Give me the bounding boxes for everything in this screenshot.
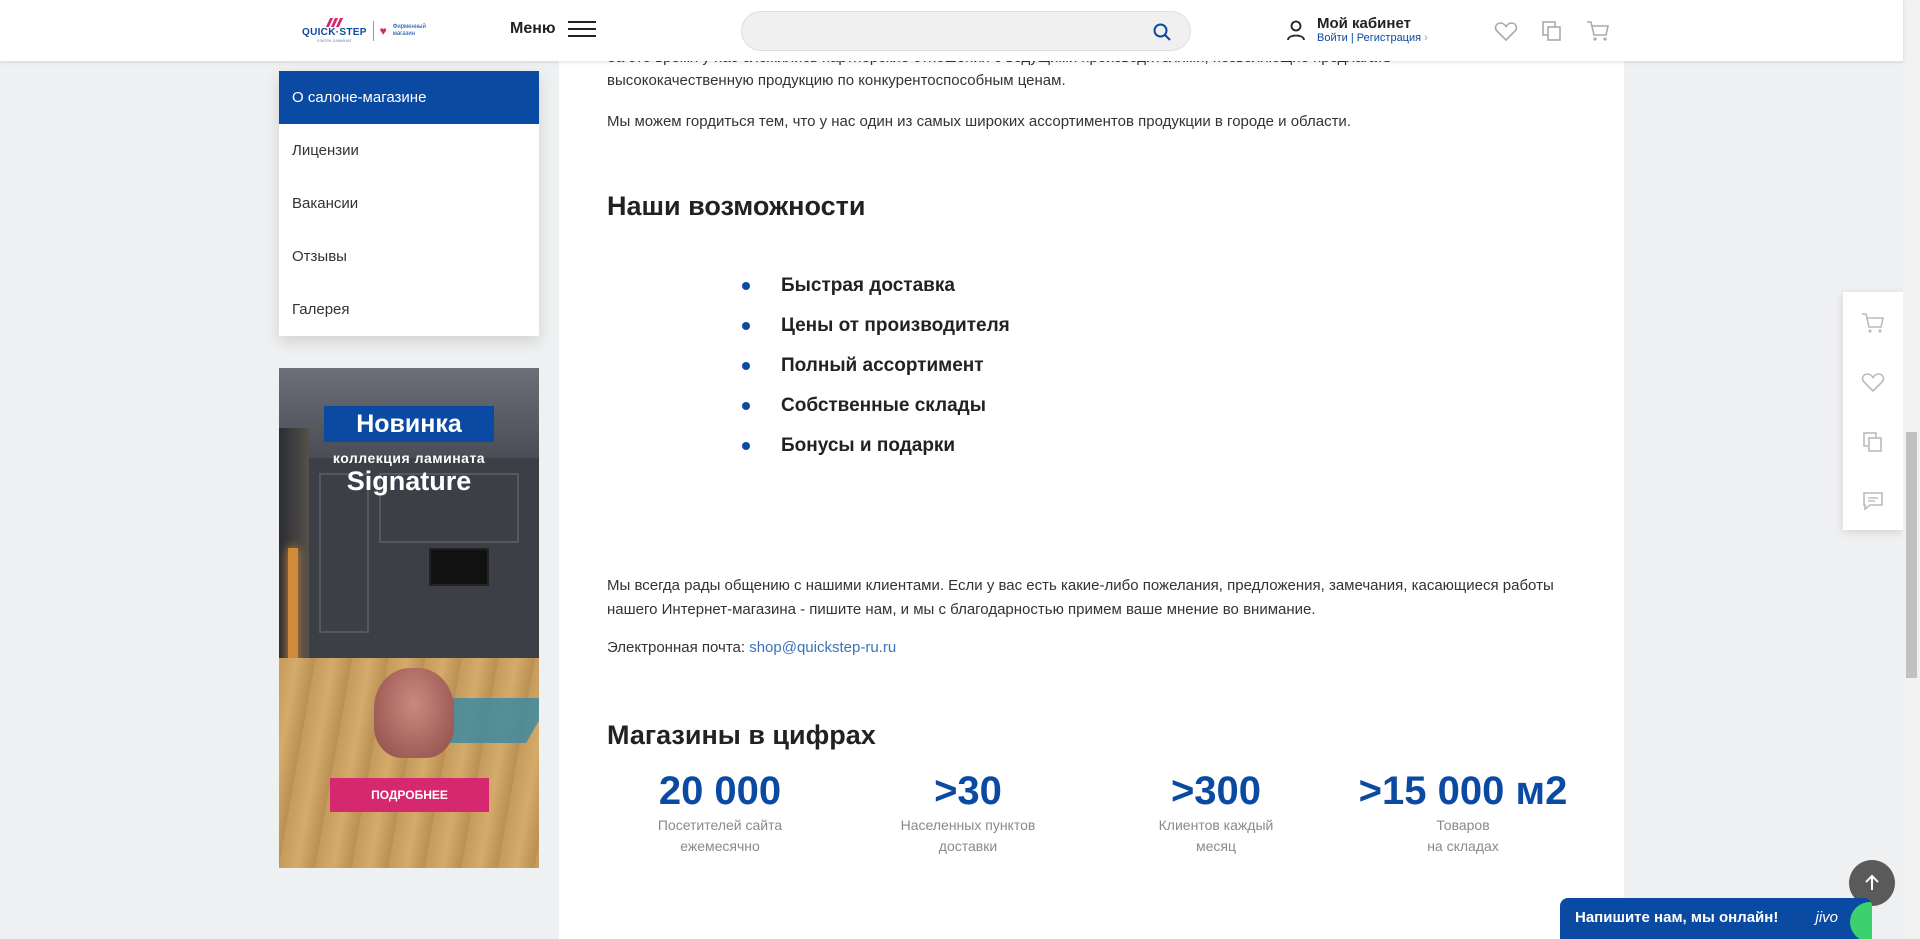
scrollbar-thumb[interactable] [1906, 432, 1917, 678]
email-link[interactable]: shop@quickstep-ru.ru [749, 639, 896, 656]
assortment-paragraph: Мы можем гордиться тем, что у нас один и… [607, 113, 1351, 130]
chevron-right-icon: › [1424, 32, 1428, 44]
search-box [741, 11, 1191, 51]
banner-more-button[interactable]: ПОДРОБНЕЕ [330, 778, 489, 812]
stat-cities: >30 Населенных пунктов доставки [855, 767, 1081, 857]
stat-value: 20 000 [658, 769, 782, 813]
jivo-logo: jivo [1815, 909, 1838, 926]
stat-value: >30 [934, 769, 1002, 813]
contact-paragraph: Мы всегда рады общению с нашими клиентам… [607, 577, 1554, 618]
search-input[interactable] [742, 12, 1190, 50]
compare-icon[interactable] [1861, 431, 1885, 453]
list-item: Полный ассортимент [739, 346, 1010, 386]
burger-icon [567, 21, 596, 37]
bullet-icon [742, 322, 750, 330]
stat-value: >15 000 м2 [1358, 769, 1568, 813]
stat-clients: >300 Клиентов каждый месяц [1103, 767, 1329, 857]
heart-logo-icon: ♥ [379, 23, 387, 38]
sidebar-item-about[interactable]: О салоне-магазине [279, 71, 539, 124]
logo-brand-sub: УЛЬТРА ЛАМИНАТ [316, 38, 352, 43]
stats-row: 20 000 Посетителей сайта ежемесячно >30 … [607, 767, 1587, 857]
stat-visitors: 20 000 Посетителей сайта ежемесячно [607, 767, 833, 857]
stat-label: Населенных пунктов [900, 817, 1036, 833]
stat-value: >300 [1170, 769, 1262, 813]
chat-label: Напишите нам, мы онлайн! [1575, 909, 1779, 926]
bullet-icon [742, 362, 750, 370]
stat-label: Товаров [1436, 817, 1490, 833]
stat-label: Клиентов каждый [1158, 817, 1274, 833]
logo-store: Фирменный магазин [392, 23, 426, 37]
chat-icon[interactable] [1861, 490, 1885, 512]
list-item: Цены от производителя [739, 306, 1010, 346]
favorites-icon[interactable] [1861, 371, 1885, 393]
logo-divider [372, 20, 374, 41]
stat-label: месяц [1195, 838, 1236, 854]
arrow-up-icon [1865, 874, 1879, 890]
login-link[interactable]: Войти [1317, 32, 1348, 44]
intro-paragraph: высококачественную продукцию по конкурен… [607, 72, 1066, 89]
search-icon[interactable] [1152, 22, 1172, 42]
sidebar-item-gallery[interactable]: Галерея [279, 283, 539, 336]
favorites-icon[interactable] [1494, 20, 1518, 42]
bullet-icon [742, 402, 750, 410]
bullet-icon [742, 442, 750, 450]
logo-brand: QUICK·STEP [302, 27, 367, 38]
list-item: Собственные склады [739, 386, 1010, 426]
banner-title: Новинка [324, 406, 494, 442]
stats-heading: Магазины в цифрах [607, 720, 876, 750]
email-line: Электронная почта: shop@quickstep-ru.ru [607, 639, 896, 656]
bullet-icon [742, 282, 750, 290]
register-link[interactable]: Регистрация [1357, 32, 1421, 44]
cabinet-title[interactable]: Мой кабинет [1317, 15, 1428, 32]
sidebar-item-vacancies[interactable]: Вакансии [279, 177, 539, 230]
quickstep-logo: QUICK·STEP УЛЬТРА ЛАМИНАТ [302, 18, 367, 43]
features-list: Быстрая доставка Цены от производителя П… [739, 266, 1010, 466]
sidebar-nav: О салоне-магазине Лицензии Вакансии Отзы… [279, 71, 539, 336]
link-separator: | [1350, 32, 1354, 44]
list-item: Быстрая доставка [739, 266, 1010, 306]
user-cabinet: Мой кабинет Войти | Регистрация › [1285, 15, 1428, 45]
promo-banner[interactable]: Новинка коллекция ламината Signature ПОД… [279, 368, 539, 868]
main-content: За это время у нас сложились партнерские… [559, 0, 1624, 939]
user-icon[interactable] [1285, 19, 1307, 41]
chat-widget[interactable]: Напишите нам, мы онлайн! jivo [1560, 898, 1872, 939]
cart-icon[interactable] [1586, 20, 1610, 42]
floating-actions-panel [1843, 292, 1903, 530]
menu-label: Меню [510, 20, 556, 37]
stat-label: на складах [1427, 838, 1499, 854]
cart-icon[interactable] [1861, 312, 1885, 334]
site-header: QUICK·STEP УЛЬТРА ЛАМИНАТ ♥ Фирменный ма… [0, 0, 1903, 61]
menu-button[interactable]: Меню [510, 20, 596, 38]
banner-subtitle: коллекция ламината [332, 450, 486, 466]
stat-label: доставки [938, 838, 998, 854]
email-label: Электронная почта: [607, 639, 746, 656]
list-item: Бонусы и подарки [739, 426, 1010, 466]
features-heading: Наши возможности [607, 191, 866, 221]
logo[interactable]: QUICK·STEP УЛЬТРА ЛАМИНАТ ♥ Фирменный ма… [302, 18, 433, 43]
stat-label: ежемесячно [680, 838, 760, 854]
compare-icon[interactable] [1540, 20, 1564, 42]
online-indicator-icon [1850, 902, 1872, 939]
banner-collection-name: Signature [346, 466, 472, 496]
sidebar-item-licenses[interactable]: Лицензии [279, 124, 539, 177]
sidebar-item-reviews[interactable]: Отзывы [279, 230, 539, 283]
page-scrollbar[interactable] [1903, 0, 1920, 939]
stat-warehouse: >15 000 м2 Товаров на складах [1339, 767, 1587, 857]
stat-label: Посетителей сайта [657, 817, 783, 833]
